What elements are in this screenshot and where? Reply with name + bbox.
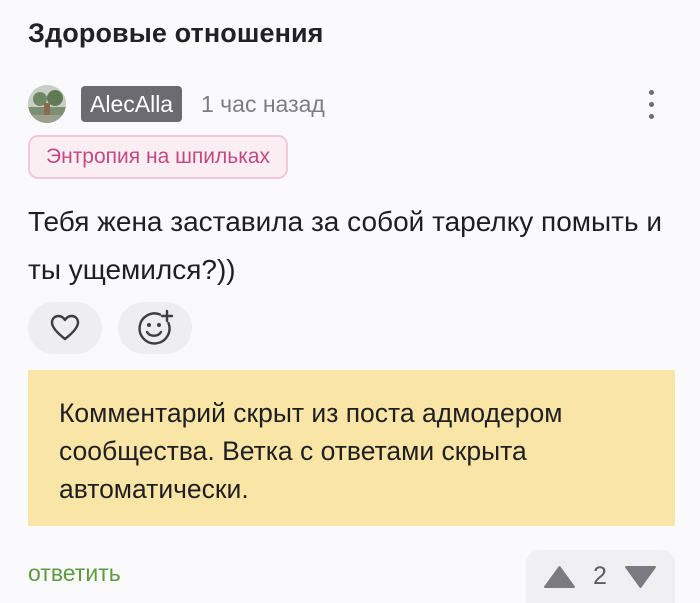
avatar[interactable] [28, 85, 66, 123]
avatar-image [28, 85, 66, 123]
comment-time: 1 час назад [201, 91, 325, 117]
more-options-button[interactable] [636, 85, 666, 123]
triangle-down-icon[interactable] [624, 565, 657, 589]
reply-link[interactable]: ответить [28, 560, 121, 587]
post-title[interactable]: Здоровые отношения [28, 18, 324, 49]
more-vertical-icon-dot [649, 114, 654, 119]
like-button[interactable] [28, 302, 102, 354]
add-reaction-button[interactable] [118, 302, 192, 354]
comment-header: AlecAlla 1 час назад [28, 85, 678, 123]
more-vertical-icon [649, 90, 654, 95]
triangle-up-icon[interactable] [543, 565, 576, 589]
rating-count: 2 [593, 562, 607, 590]
author-name[interactable]: AlecAlla [81, 86, 183, 122]
heart-icon [50, 314, 80, 341]
hidden-comment-notice: Комментарий скрыт из поста адмодером соо… [28, 370, 675, 526]
community-tag[interactable]: Энтропия на шпильках [28, 135, 289, 179]
add-emoji-icon [138, 309, 174, 345]
more-vertical-icon-dot [649, 102, 654, 107]
vote-widget: 2 [526, 550, 675, 603]
comment-text: Тебя жена заставила за собой тарелку пом… [28, 206, 662, 285]
